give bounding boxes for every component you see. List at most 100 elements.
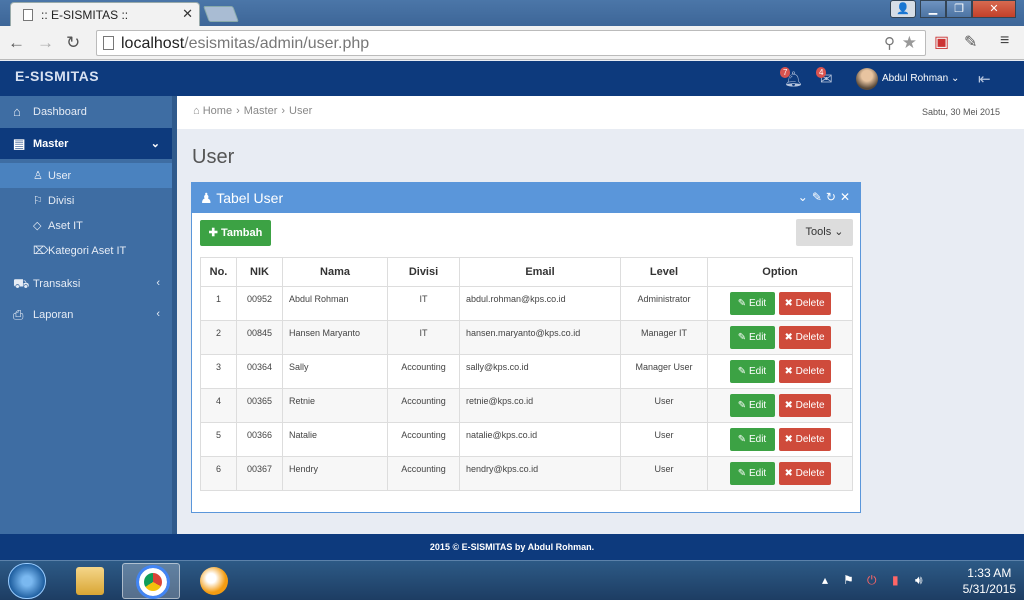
add-label: Tambah: [220, 227, 263, 239]
edit-icon: ✎: [737, 332, 747, 343]
back-icon[interactable]: ←: [8, 33, 25, 53]
taskbar-app[interactable]: [184, 563, 242, 599]
maximize-button[interactable]: ❐: [946, 0, 972, 18]
column-header[interactable]: No.: [200, 257, 237, 287]
edit-button[interactable]: ✎ Edit: [729, 428, 775, 451]
sidebar-item-laporan[interactable]: ⎙ Laporan ‹: [0, 299, 172, 330]
star-icon[interactable]: ★: [902, 33, 917, 53]
minimize-button[interactable]: ▁: [920, 0, 946, 18]
profile-icon[interactable]: 👤: [890, 0, 916, 18]
sidebar-item-aset-it[interactable]: ◇ Aset IT: [0, 213, 172, 238]
browser-tab[interactable]: :: E-SISMITAS :: ✕: [10, 2, 200, 26]
wrench-icon[interactable]: ✎: [812, 190, 826, 204]
breadcrumb-master[interactable]: Master: [244, 105, 278, 117]
cell-option: ✎ Edit ✖ Delete: [707, 354, 853, 389]
cell-nama: Natalie: [282, 422, 388, 457]
column-header[interactable]: Email: [459, 257, 621, 287]
menu-icon[interactable]: ≡: [1000, 32, 1009, 50]
mail-icon[interactable]: ✉ 4: [816, 67, 833, 88]
delete-icon: ✖: [784, 298, 793, 309]
edit-button[interactable]: ✎ Edit: [729, 326, 775, 349]
sidebar-item-transaksi[interactable]: ⛟ Transaksi ‹: [0, 268, 172, 299]
cell-divisi: IT: [387, 286, 460, 321]
cell-no: 5: [200, 422, 237, 457]
taskbar-explorer[interactable]: [60, 563, 118, 599]
start-button[interactable]: [8, 563, 46, 599]
sidebar-item-user[interactable]: ♙ User: [0, 163, 172, 188]
sidebar-item-divisi[interactable]: ⚐ Divisi: [0, 188, 172, 213]
column-header: Option: [707, 257, 853, 287]
delete-icon: ✖: [784, 400, 793, 411]
plus-icon: ✚: [208, 227, 218, 239]
refresh-icon[interactable]: ↻: [826, 190, 840, 204]
edit-icon: ✎: [737, 298, 747, 309]
tools-dropdown[interactable]: Tools ⌄: [796, 219, 853, 246]
bell-icon[interactable]: 🔔︎ 7: [780, 67, 803, 88]
chrome-icon: [136, 565, 170, 599]
close-window-button[interactable]: ✕: [972, 0, 1016, 18]
cell-no: 3: [200, 354, 237, 389]
power-icon[interactable]: ⏻: [867, 573, 877, 588]
cell-no: 4: [200, 388, 237, 423]
search-icon[interactable]: ⚲: [884, 34, 895, 52]
edit-button[interactable]: ✎ Edit: [729, 292, 775, 315]
sidebar-item-label: Transaksi: [33, 278, 81, 290]
table-row: 5 00366 Natalie Accounting natalie@kps.co.id…: [200, 422, 853, 457]
new-tab-button[interactable]: [203, 6, 239, 22]
delete-button[interactable]: ✖ Delete: [778, 462, 831, 485]
cell-level: User: [620, 456, 708, 491]
volume-icon[interactable]: 🔊︎: [915, 573, 923, 588]
cell-level: Manager User: [620, 354, 708, 389]
cell-option: ✎ Edit ✖ Delete: [707, 388, 853, 423]
cell-email: natalie@kps.co.id: [459, 422, 621, 457]
edit-button[interactable]: ✎ Edit: [729, 394, 775, 417]
sidebar-item-kategori-aset-it[interactable]: ⌦ Kategori Aset IT: [0, 238, 172, 263]
extension-icon[interactable]: ▣: [934, 32, 949, 52]
column-header[interactable]: NIK: [236, 257, 283, 287]
address-bar[interactable]: localhost/esismitas/admin/user.php ⚲ ★: [96, 30, 926, 56]
delete-button[interactable]: ✖ Delete: [778, 326, 831, 349]
clock[interactable]: 1:33 AM 5/31/2015: [963, 565, 1016, 597]
show-hidden-icons[interactable]: ▴: [822, 573, 828, 587]
forward-icon[interactable]: →: [37, 33, 54, 53]
column-header[interactable]: Level: [620, 257, 708, 287]
sidebar-item-master[interactable]: ▤ Master ⌄: [0, 128, 172, 159]
add-user-button[interactable]: ✚ Tambah: [200, 220, 271, 246]
collapse-icon[interactable]: ⌄: [798, 190, 812, 204]
table-row: 4 00365 Retnie Accounting retnie@kps.co.id Us…: [200, 388, 853, 423]
close-icon[interactable]: ✕: [840, 190, 854, 204]
sidebar-item-dashboard[interactable]: ⌂ Dashboard: [0, 96, 172, 127]
url-host: localhost: [121, 35, 185, 52]
edit-button[interactable]: ✎ Edit: [729, 360, 775, 383]
breadcrumb-home[interactable]: Home: [203, 105, 232, 117]
cell-divisi: Accounting: [387, 388, 460, 423]
column-header[interactable]: Divisi: [387, 257, 460, 287]
taskbar-chrome[interactable]: [122, 563, 180, 599]
edit-label: Edit: [748, 434, 767, 445]
column-header[interactable]: Nama: [282, 257, 388, 287]
delete-button[interactable]: ✖ Delete: [778, 394, 831, 417]
user-menu[interactable]: Abdul Rohman ⌄: [882, 73, 959, 84]
edit-label: Edit: [748, 298, 767, 309]
eyedropper-icon[interactable]: ✎: [964, 32, 977, 52]
network-icon[interactable]: ▮: [892, 573, 899, 587]
delete-button[interactable]: ✖ Delete: [778, 360, 831, 383]
sidebar-item-label: Dashboard: [33, 106, 87, 118]
close-tab-icon[interactable]: ✕: [182, 6, 193, 22]
clock-time: 1:33 AM: [967, 566, 1012, 580]
tag-icon: ⌦: [33, 245, 49, 257]
flag-icon[interactable]: ⚑: [843, 573, 854, 587]
delete-icon: ✖: [784, 468, 793, 479]
user-table-panel: ♟ Tabel User ⌄✎↻✕ ✚ Tambah Tools ⌄ No. N…: [191, 182, 861, 513]
edit-button[interactable]: ✎ Edit: [729, 462, 775, 485]
brand-logo[interactable]: E-SISMITAS: [15, 68, 99, 84]
delete-button[interactable]: ✖ Delete: [778, 292, 831, 315]
url-text[interactable]: localhost/esismitas/admin/user.php: [121, 35, 369, 53]
sidebar-divider: [172, 96, 177, 534]
avatar[interactable]: [856, 68, 878, 90]
table-row: 3 00364 Sally Accounting sally@kps.co.id Mana…: [200, 354, 853, 389]
logout-icon[interactable]: ⇤: [978, 70, 991, 88]
footer: 2015 © E-SISMITAS by Abdul Rohman.: [0, 534, 1024, 560]
reload-icon[interactable]: ↻: [66, 33, 80, 53]
delete-button[interactable]: ✖ Delete: [778, 428, 831, 451]
